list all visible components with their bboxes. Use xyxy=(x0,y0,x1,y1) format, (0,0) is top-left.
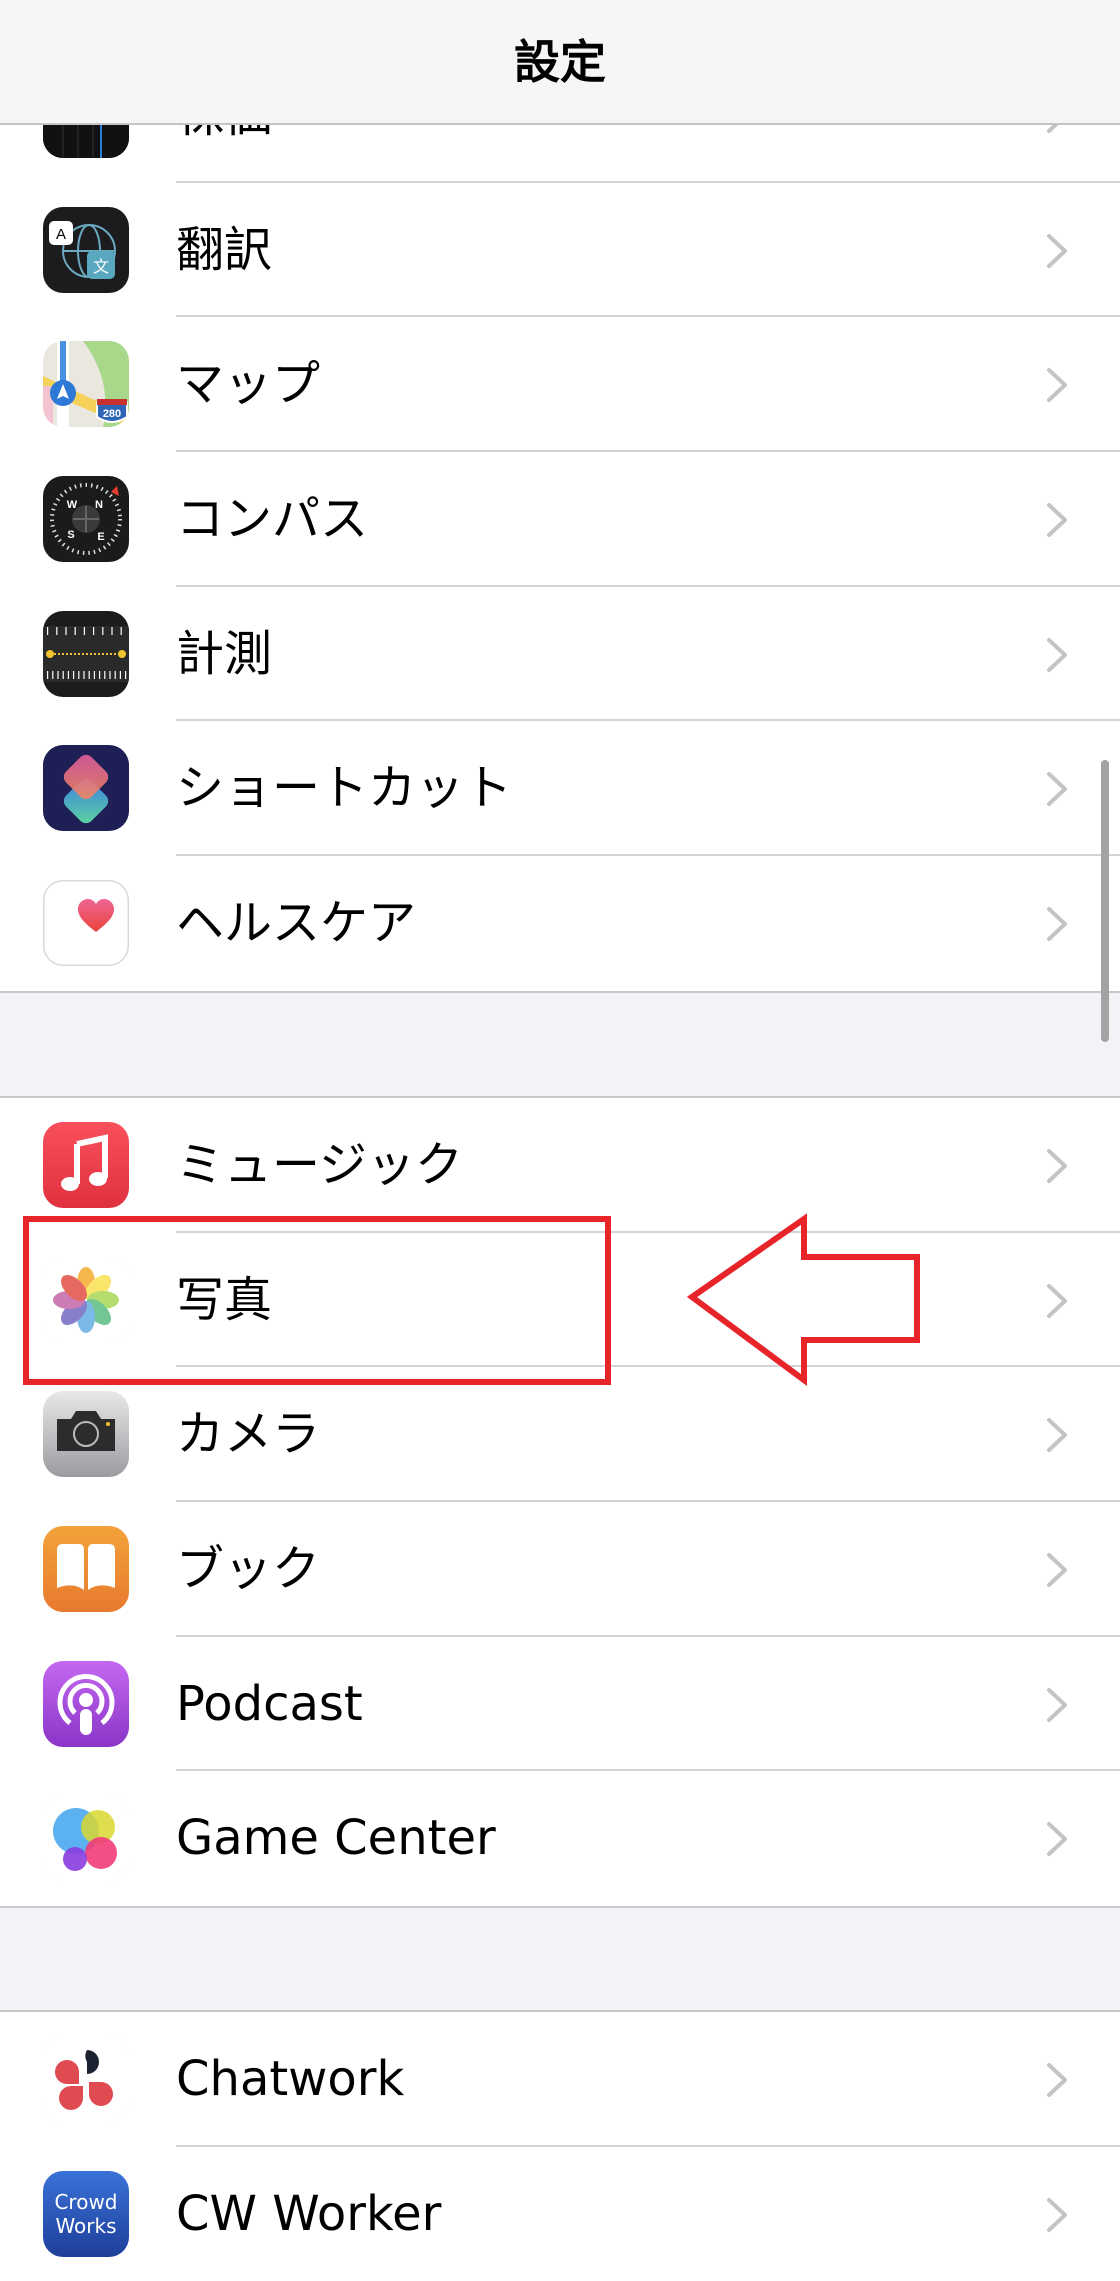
settings-group-third-party-apps: Chatwork Crowd Works CW Worker xyxy=(0,2010,1120,2281)
svg-text:Crowd: Crowd xyxy=(54,2190,117,2214)
settings-row-label: マップ xyxy=(176,356,321,413)
chevron-right-icon xyxy=(1047,772,1067,807)
svg-text:280: 280 xyxy=(103,408,121,420)
settings-row-label: 写真 xyxy=(176,1271,273,1328)
settings-row-label: Game Center xyxy=(176,1810,496,1867)
compass-icon: N E S W xyxy=(43,476,129,563)
chatwork-icon xyxy=(43,2036,129,2122)
settings-row-maps[interactable]: 280 マップ xyxy=(0,317,1120,453)
settings-row-label: ミュージック xyxy=(176,1137,464,1193)
settings-group-apple-apps-1: 株価 A 文 翻訳 xyxy=(0,46,1120,993)
books-icon xyxy=(43,1526,129,1613)
chevron-right-icon xyxy=(1047,1418,1067,1453)
settings-row-photos[interactable]: 写真 xyxy=(0,1233,1120,1368)
camera-icon xyxy=(43,1391,129,1478)
settings-group-apple-apps-2: ミュージック 写真 カメラ ブック Podcast Game Center xyxy=(0,1096,1120,1909)
measure-icon xyxy=(43,610,129,697)
svg-text:S: S xyxy=(67,529,74,541)
chevron-right-icon xyxy=(1047,1822,1067,1857)
shortcuts-icon xyxy=(43,745,129,832)
svg-text:E: E xyxy=(97,531,104,543)
settings-row-chatwork[interactable]: Chatwork xyxy=(0,2012,1120,2147)
chevron-right-icon xyxy=(1047,637,1067,672)
game-center-icon xyxy=(43,1795,129,1882)
chevron-right-icon xyxy=(1047,368,1067,403)
settings-row-measure[interactable]: 計測 xyxy=(0,587,1120,722)
settings-row-label: Podcast xyxy=(176,1675,363,1732)
settings-row-game-center[interactable]: Game Center xyxy=(0,1771,1120,1906)
settings-row-label: Chatwork xyxy=(176,2051,405,2107)
page-title: 設定 xyxy=(514,34,606,89)
settings-row-label: 翻訳 xyxy=(176,221,273,278)
chevron-right-icon xyxy=(1047,2197,1067,2232)
settings-row-music[interactable]: ミュージック xyxy=(0,1098,1120,1233)
chevron-right-icon xyxy=(1047,1149,1067,1183)
settings-row-cw-worker[interactable]: Crowd Works CW Worker xyxy=(0,2147,1120,2281)
settings-row-podcast[interactable]: Podcast xyxy=(0,1637,1120,1772)
maps-icon: 280 xyxy=(43,341,129,428)
chevron-right-icon xyxy=(1047,1553,1067,1588)
podcast-icon xyxy=(43,1660,129,1747)
health-icon xyxy=(43,880,129,966)
settings-row-label: CW Worker xyxy=(176,2185,442,2242)
svg-text:N: N xyxy=(95,499,103,511)
photos-icon xyxy=(43,1256,129,1343)
settings-row-health[interactable]: ヘルスケア xyxy=(0,856,1120,991)
navigation-bar: 設定 xyxy=(0,0,1120,125)
translate-icon: A 文 xyxy=(43,206,129,293)
chevron-right-icon xyxy=(1047,503,1067,538)
svg-text:Works: Works xyxy=(55,2214,116,2238)
svg-text:W: W xyxy=(67,499,78,511)
settings-row-shortcuts[interactable]: ショートカット xyxy=(0,721,1120,857)
settings-row-translate[interactable]: A 文 翻訳 xyxy=(0,183,1120,318)
svg-text:文: 文 xyxy=(93,257,109,276)
chevron-right-icon xyxy=(1047,907,1067,942)
chevron-right-icon xyxy=(1047,2063,1067,2097)
settings-row-camera[interactable]: カメラ xyxy=(0,1367,1120,1503)
svg-text:A: A xyxy=(56,226,66,243)
music-icon xyxy=(43,1122,129,1208)
settings-row-label: コンパス xyxy=(176,491,369,548)
cw-worker-icon: Crowd Works xyxy=(43,2170,129,2257)
settings-row-compass[interactable]: N E S W コンパス xyxy=(0,452,1120,587)
chevron-right-icon xyxy=(1047,1687,1067,1722)
settings-row-label: ショートカット xyxy=(176,760,513,817)
settings-row-label: ヘルスケア xyxy=(176,895,417,952)
settings-row-label: カメラ xyxy=(176,1406,321,1463)
settings-row-label: 計測 xyxy=(176,625,273,682)
chevron-right-icon xyxy=(1047,233,1067,268)
settings-row-books[interactable]: ブック xyxy=(0,1502,1120,1637)
vertical-scrollbar[interactable] xyxy=(1101,760,1109,1042)
chevron-right-icon xyxy=(1047,1283,1067,1318)
settings-row-label: ブック xyxy=(176,1541,321,1598)
